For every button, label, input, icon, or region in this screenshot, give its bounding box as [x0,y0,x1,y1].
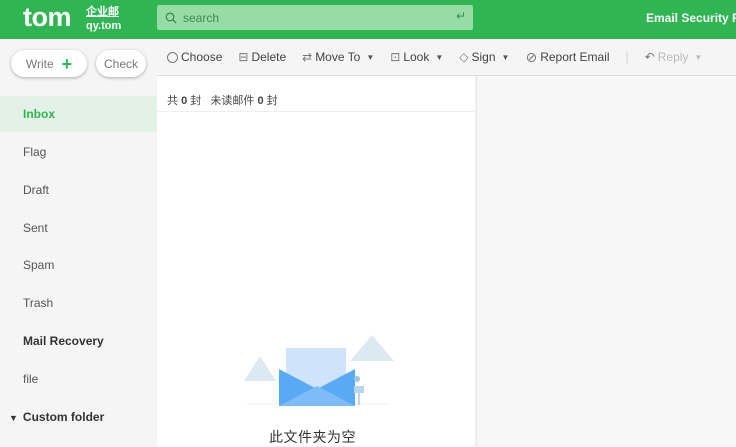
sidebar-item-custom-folder[interactable]: ▼ Custom folder [0,399,157,435]
total-prefix: 共 [167,95,178,107]
toolbar-divider: | [625,50,629,64]
search-icon [165,12,177,23]
caret-down-icon: ▼ [9,413,18,423]
look-button[interactable]: ⊡ Look ▼ [390,50,443,64]
sidebar-item-file[interactable]: file [0,361,157,397]
sign-button[interactable]: ◇ Sign ▼ [459,50,509,64]
caret-down-icon: ▼ [435,52,444,62]
write-button[interactable]: Write + [11,50,87,77]
choose-label: Choose [181,50,223,64]
trash-icon: ⊟ [238,50,249,64]
logo-sub-cn: 企业邮 [86,6,119,18]
reading-pane [476,76,736,446]
sidebar-item-flag[interactable]: Flag [0,134,157,170]
mail-count: 共 0 封 未读邮件 0 封 [167,92,278,108]
look-label: Look [403,50,430,64]
search-box[interactable]: ↵ [157,5,473,30]
empty-folder-text: 此文件夹为空 [269,429,356,445]
caret-down-icon: ▼ [366,52,375,62]
sidebar-item-inbox[interactable]: Inbox [0,96,157,132]
reply-label: Reply [657,50,689,64]
caret-down-icon: ▼ [694,52,703,62]
total-suffix: 封 [190,95,202,107]
unread-suffix: 封 [266,95,278,107]
write-label: Write [25,56,54,71]
report-label: Report Email [540,50,610,64]
check-button[interactable]: Check [96,50,146,77]
sidebar-item-trash[interactable]: Trash [0,285,157,321]
sidebar-item-sent[interactable]: Sent [0,210,157,246]
sidebar-item-draft[interactable]: Draft [0,172,157,208]
logo-subtitle: 企业邮 qy.tom [86,5,121,33]
move-to-button[interactable]: ⇄ Move To ▼ [302,50,374,64]
logo-sub-domain: qy.tom [86,20,122,32]
swap-icon: ⇄ [302,50,313,64]
custom-folder-label: Custom folder [22,410,105,424]
top-bar: tom 企业邮 qy.tom ↵ Email Security Re [0,0,736,39]
sidebar-item-mail-recovery[interactable]: Mail Recovery [0,323,157,359]
plus-icon: + [61,53,73,74]
move-to-label: Move To [315,50,361,64]
circle-icon [167,51,178,63]
reply-icon: ↶ [644,50,655,64]
unread-prefix: 未读邮件 [210,95,255,107]
total-count: 0 [181,95,188,107]
email-security-link[interactable]: Email Security Re [646,11,736,25]
divider [157,111,475,112]
delete-button[interactable]: ⊟ Delete [238,50,286,64]
sidebar-item-spam[interactable]: Spam [0,247,157,283]
block-icon: ⊘ [525,48,538,65]
tag-icon: ◇ [459,50,469,64]
delete-label: Delete [251,50,287,64]
enter-icon[interactable]: ↵ [456,9,466,23]
report-email-button[interactable]: ⊘ Report Email [525,49,609,66]
empty-mailbox-illustration [244,335,394,406]
search-input[interactable] [183,10,443,25]
unread-count: 0 [257,95,264,107]
look-icon: ⊡ [390,50,401,64]
caret-down-icon: ▼ [501,52,510,62]
logo[interactable]: tom [23,2,72,33]
sign-label: Sign [471,50,496,64]
mail-list: 共 0 封 未读邮件 0 封 此文件夹为空 [157,76,475,446]
reply-button[interactable]: ↶ Reply ▼ [645,50,703,64]
choose-button[interactable]: Choose [167,50,222,64]
toolbar: Choose ⊟ Delete ⇄ Move To ▼ ⊡ Look ▼ ◇ Sign ▼ ⊘… [157,39,736,76]
sidebar: Write + Check Inbox Flag Draft Sent Spam … [0,39,157,446]
